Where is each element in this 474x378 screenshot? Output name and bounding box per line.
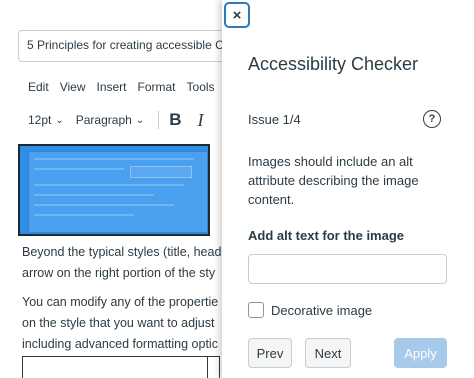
- image-detail-line: [34, 204, 174, 206]
- accessibility-checker-tray: × Accessibility Checker Issue 1/4 ? Imag…: [222, 0, 474, 378]
- font-size-value: 12pt: [28, 113, 52, 127]
- image-screenshot-thumbnail: [28, 151, 208, 233]
- image-detail-line: [34, 168, 124, 170]
- paragraph-line: Beyond the typical styles (title, head: [22, 245, 222, 259]
- alt-text-label: Add alt text for the image: [248, 228, 405, 243]
- paragraph: You can modify any of the propertie on t…: [22, 292, 222, 355]
- paragraph-line: You can modify any of the propertie: [22, 295, 219, 309]
- paragraph: Beyond the typical styles (title, head a…: [22, 242, 222, 284]
- issue-counter: Issue 1/4: [248, 112, 301, 127]
- issue-description: Images should include an alt attribute d…: [248, 154, 419, 207]
- image-detail-line: [34, 184, 184, 186]
- italic-button[interactable]: I: [197, 110, 203, 131]
- apply-button[interactable]: Apply: [394, 338, 447, 368]
- rich-content-editor: 5 Principles for creating accessible Can…: [0, 0, 258, 378]
- image-detail-box: [130, 166, 192, 178]
- chevron-down-icon: ⌄: [55, 114, 64, 126]
- content-table: [22, 356, 220, 378]
- editor-toolbar: 12pt ⌄ Paragraph ⌄ B I: [28, 110, 203, 130]
- menu-format[interactable]: Format: [138, 80, 176, 94]
- font-size-select[interactable]: 12pt ⌄: [28, 113, 64, 127]
- help-icon[interactable]: ?: [423, 110, 441, 128]
- block-format-select[interactable]: Paragraph ⌄: [76, 113, 144, 127]
- close-icon: ×: [232, 6, 242, 24]
- close-button[interactable]: ×: [224, 2, 250, 28]
- toolbar-divider: [158, 111, 160, 129]
- table-divider: [207, 356, 208, 378]
- chevron-down-icon: ⌄: [135, 114, 145, 126]
- decorative-image-option[interactable]: Decorative image: [248, 302, 372, 318]
- page: 5 Principles for creating accessible Can…: [0, 0, 474, 378]
- image-detail-line: [34, 214, 134, 216]
- block-format-value: Paragraph: [75, 113, 132, 127]
- image-detail-line: [34, 194, 154, 196]
- menu-tools[interactable]: Tools: [187, 80, 215, 94]
- editor-menubar: Edit View Insert Format Tools: [28, 80, 226, 94]
- menu-edit[interactable]: Edit: [28, 80, 49, 94]
- paragraph-line: arrow on the right portion of the sty: [22, 266, 216, 280]
- prev-button[interactable]: Prev: [248, 338, 292, 368]
- tray-title: Accessibility Checker: [248, 54, 419, 74]
- decorative-image-label: Decorative image: [271, 302, 373, 318]
- alt-text-input[interactable]: [248, 254, 447, 284]
- editor-body-text[interactable]: Beyond the typical styles (title, head a…: [22, 242, 222, 363]
- bold-button[interactable]: B: [169, 110, 181, 130]
- menu-insert[interactable]: Insert: [96, 80, 126, 94]
- paragraph-line: on the style that you want to adjust: [22, 316, 215, 330]
- paragraph-line: including advanced formatting optic: [22, 337, 218, 351]
- menu-view[interactable]: View: [60, 80, 86, 94]
- decorative-image-checkbox[interactable]: [248, 302, 264, 318]
- image-detail-line: [34, 158, 194, 160]
- next-button[interactable]: Next: [305, 338, 351, 368]
- selected-image[interactable]: [18, 144, 210, 236]
